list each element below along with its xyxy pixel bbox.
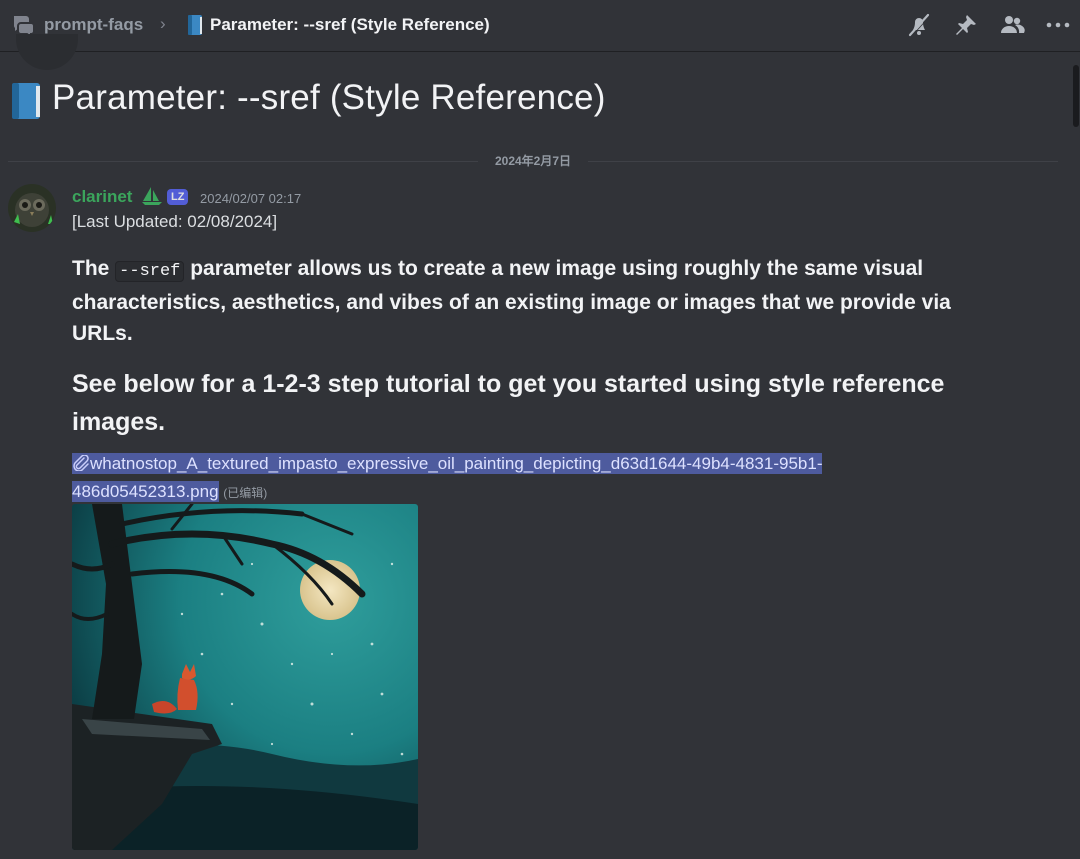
- divider-line-left: [8, 161, 478, 162]
- channel-name[interactable]: prompt-faqs: [44, 15, 143, 35]
- paperclip-icon: [73, 454, 89, 472]
- scrollbar[interactable]: [1073, 65, 1079, 127]
- role-badge: LZ: [167, 189, 189, 205]
- para-text-end: parameter allows us to create a new imag…: [72, 257, 951, 345]
- thread-starter-avatar: [16, 34, 78, 70]
- inline-code: --sref: [115, 261, 185, 282]
- author-name[interactable]: clarinet: [72, 187, 132, 207]
- timestamp: 2024/02/07 02:17: [200, 191, 302, 206]
- attachment-image[interactable]: [72, 504, 418, 850]
- thread-title: Parameter: --sref (Style Reference): [52, 78, 606, 117]
- top-bar: prompt-faqs › Parameter: --sref (Style R…: [0, 0, 1080, 52]
- pin-icon[interactable]: [952, 11, 980, 39]
- attachment-link[interactable]: whatnostop_A_textured_impasto_expressive…: [72, 450, 892, 507]
- thread-title-breadcrumb[interactable]: Parameter: --sref (Style Reference): [210, 15, 490, 35]
- message-paragraph: The --sref parameter allows us to create…: [72, 253, 1002, 349]
- members-icon[interactable]: [998, 11, 1026, 39]
- sailboat-icon: [142, 187, 162, 205]
- edited-label: (已编辑): [223, 486, 268, 500]
- attachment-filename[interactable]: whatnostop_A_textured_impasto_expressive…: [72, 454, 822, 501]
- avatar[interactable]: [8, 184, 56, 232]
- message-subheading: See below for a 1-2-3 step tutorial to g…: [72, 370, 945, 436]
- breadcrumb-chevron-icon: ›: [160, 14, 166, 33]
- bell-off-icon[interactable]: [905, 11, 933, 39]
- blue-book-icon: [12, 83, 40, 119]
- blue-book-icon: [188, 15, 202, 35]
- date-divider: 2024年2月7日: [494, 154, 572, 168]
- more-icon[interactable]: [1044, 11, 1072, 39]
- para-text-start: The: [72, 257, 116, 280]
- last-updated-text: [Last Updated: 02/08/2024]: [72, 212, 278, 231]
- divider-line-right: [588, 161, 1058, 162]
